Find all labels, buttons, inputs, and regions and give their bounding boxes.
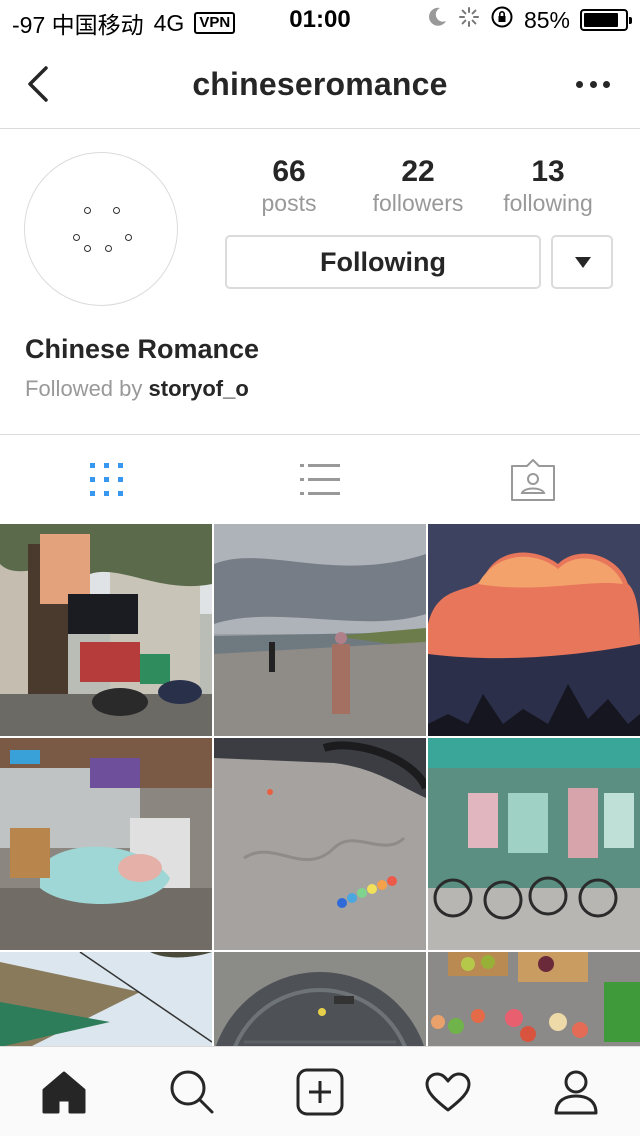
bottom-tab-bar bbox=[0, 1046, 640, 1136]
rotation-lock-icon bbox=[490, 5, 514, 35]
profile-display-name: Chinese Romance bbox=[25, 334, 260, 364]
followers-count: 22 bbox=[401, 155, 435, 188]
profile-icon bbox=[554, 1070, 598, 1115]
list-view-icon bbox=[299, 463, 340, 495]
post-thumbnail-manhole-cover[interactable] bbox=[214, 952, 426, 1046]
more-dots-icon bbox=[576, 80, 583, 88]
post-thumbnail-street-tree[interactable] bbox=[0, 524, 212, 736]
following-stat[interactable]: 13 following bbox=[483, 154, 613, 216]
profile-view-tabs bbox=[0, 434, 640, 524]
avatar-dot bbox=[113, 207, 120, 214]
post-thumbnail-colored-dots-asphalt[interactable] bbox=[214, 738, 426, 950]
post-thumbnail-beach-walk[interactable] bbox=[214, 524, 426, 736]
tab-grid[interactable] bbox=[0, 435, 213, 524]
post-thumbnail-green-eaves[interactable] bbox=[0, 952, 212, 1046]
nav-profile[interactable] bbox=[512, 1047, 640, 1136]
posts-stat: 66 posts bbox=[224, 154, 354, 216]
post-thumbnail-sunset-clouds[interactable] bbox=[428, 524, 640, 736]
followers-label: followers bbox=[372, 190, 464, 216]
nav-home[interactable] bbox=[0, 1047, 128, 1136]
post-thumbnail-sleeping-cat[interactable] bbox=[0, 738, 212, 950]
tab-list[interactable] bbox=[213, 435, 426, 524]
tagged-photos-icon bbox=[510, 458, 555, 501]
nav-add-post[interactable] bbox=[256, 1047, 384, 1136]
add-post-icon bbox=[296, 1068, 344, 1116]
post-thumbnail-laundry-bikes[interactable] bbox=[428, 738, 640, 950]
suggestions-dropdown-button[interactable] bbox=[551, 235, 613, 289]
grid-view-icon bbox=[89, 462, 123, 496]
avatar-dot bbox=[84, 245, 91, 252]
avatar-dot bbox=[73, 234, 80, 241]
following-count: 13 bbox=[531, 155, 565, 188]
nav-activity[interactable] bbox=[384, 1047, 512, 1136]
status-bar: -97 中国移动 4G VPN 01:00 85% bbox=[0, 0, 640, 40]
followers-stat[interactable]: 22 followers bbox=[353, 154, 483, 216]
profile-avatar[interactable] bbox=[24, 152, 178, 306]
search-icon bbox=[170, 1070, 214, 1114]
activity-heart-icon bbox=[425, 1072, 471, 1112]
followed-by-user-link[interactable]: storyof_o bbox=[149, 376, 249, 401]
followed-by-line: Followed by storyof_o bbox=[25, 376, 249, 402]
loading-spinner-icon bbox=[458, 6, 480, 34]
moon-icon bbox=[426, 6, 448, 34]
battery-percent: 85% bbox=[523, 6, 570, 33]
caret-down-icon bbox=[575, 257, 591, 268]
followed-by-prefix: Followed by bbox=[25, 376, 143, 401]
nav-header: chineseromance bbox=[0, 40, 640, 129]
posts-count: 66 bbox=[272, 155, 306, 188]
photo-grid bbox=[0, 524, 640, 1046]
battery-icon bbox=[580, 9, 632, 31]
following-button[interactable]: Following bbox=[225, 235, 541, 289]
avatar-dot bbox=[84, 207, 91, 214]
more-dots-icon bbox=[603, 80, 610, 88]
tab-tagged[interactable] bbox=[426, 435, 639, 524]
avatar-dot bbox=[125, 234, 132, 241]
post-thumbnail-fruit-stall[interactable] bbox=[428, 952, 640, 1046]
posts-label: posts bbox=[261, 190, 317, 216]
nav-search[interactable] bbox=[128, 1047, 256, 1136]
avatar-dot bbox=[105, 245, 112, 252]
home-icon bbox=[42, 1071, 86, 1114]
more-options-button[interactable] bbox=[576, 72, 610, 96]
profile-stats: 66 posts 22 followers 13 following bbox=[224, 154, 624, 218]
following-label: following bbox=[503, 190, 593, 216]
profile-username-title: chineseromance bbox=[192, 66, 448, 102]
more-dots-icon bbox=[589, 80, 597, 88]
